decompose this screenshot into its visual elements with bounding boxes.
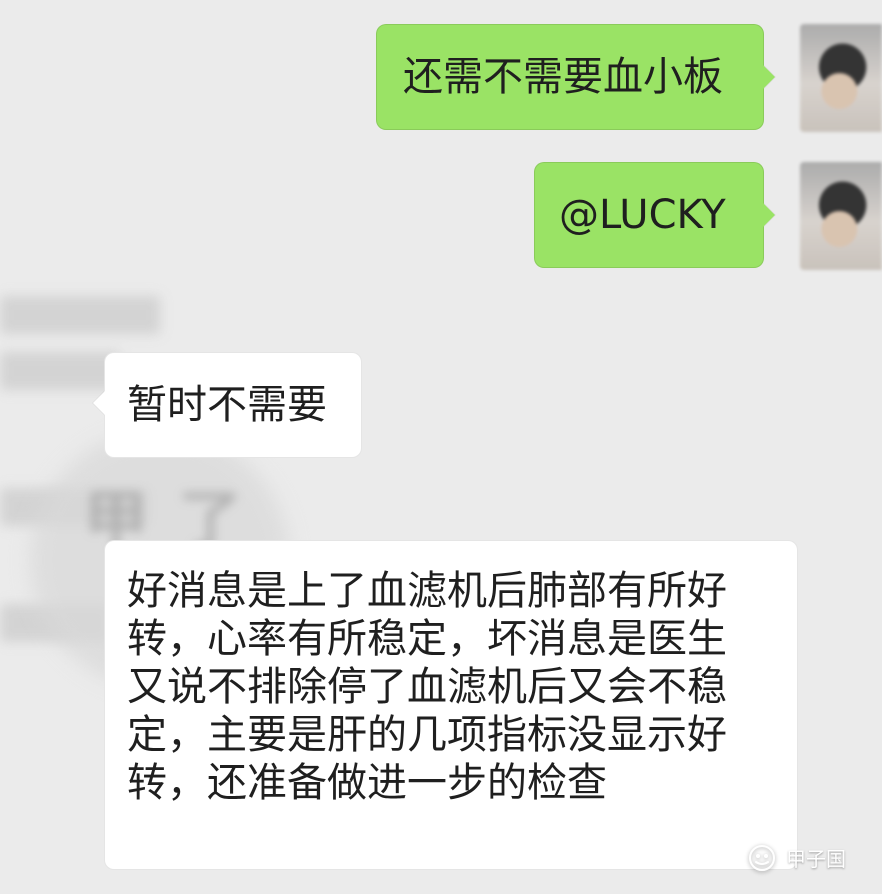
- chat-area: 甲 了 还需不需要血小板 @LUCKY 暂时不需要 好消息是上了血滤机后肺部有所…: [0, 0, 882, 894]
- avatar[interactable]: [800, 24, 882, 132]
- message-bubble[interactable]: 暂时不需要: [104, 352, 362, 458]
- message-bubble[interactable]: 好消息是上了血滤机后肺部有所好 转，心率有所稳定，坏消息是医生 又说不排除停了血…: [104, 540, 798, 870]
- wechat-official-account-icon: [748, 844, 776, 872]
- message-bubble[interactable]: @LUCKY: [534, 162, 764, 268]
- message-text: 还需不需要血小板: [403, 54, 723, 100]
- avatar[interactable]: [800, 162, 882, 270]
- message-text: @LUCKY: [559, 192, 726, 238]
- message-text: 暂时不需要: [127, 382, 327, 428]
- watermark-label: 甲子国: [786, 847, 846, 871]
- watermark: 甲子国: [748, 843, 846, 872]
- message-text: 好消息是上了血滤机后肺部有所好 转，心率有所稳定，坏消息是医生 又说不排除停了血…: [127, 568, 727, 806]
- message-bubble[interactable]: 还需不需要血小板: [376, 24, 764, 130]
